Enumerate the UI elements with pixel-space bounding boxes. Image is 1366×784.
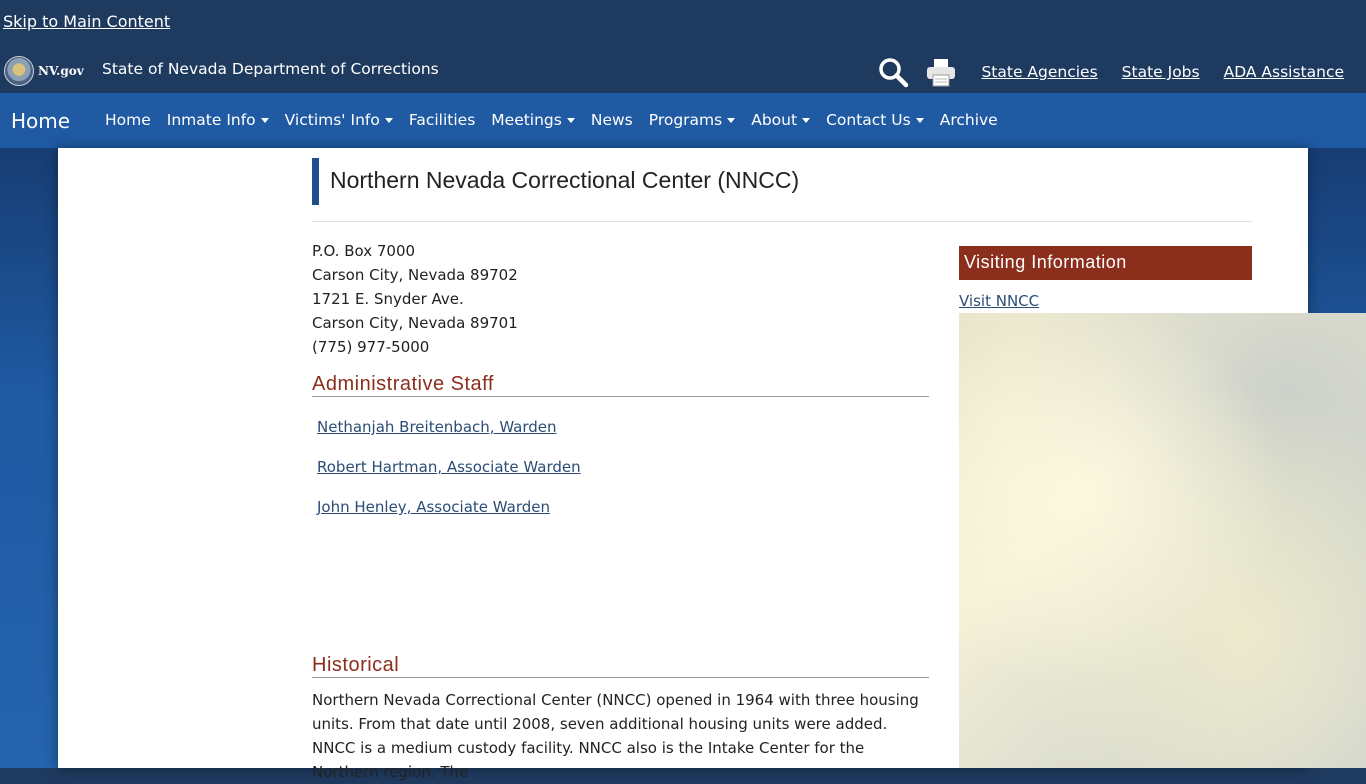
nav-item-victims-info[interactable]: Victims' Info xyxy=(277,111,401,129)
page-title-block: Northern Nevada Correctional Center (NNC… xyxy=(312,158,1252,222)
nav-item-programs[interactable]: Programs xyxy=(641,111,743,129)
nav-item-label: Meetings xyxy=(491,111,562,129)
ada-assistance-link[interactable]: ADA Assistance xyxy=(1224,63,1344,81)
visiting-information-heading: Visiting Information xyxy=(959,246,1252,280)
facility-address: P.O. Box 7000 Carson City, Nevada 89702 … xyxy=(312,239,518,359)
nav-item-home[interactable]: Home xyxy=(97,111,159,129)
title-accent-bar xyxy=(312,158,319,205)
state-agencies-link[interactable]: State Agencies xyxy=(981,63,1097,81)
visit-nncc-link[interactable]: Visit NNCC xyxy=(959,292,1039,310)
main-nav: Home Home Inmate Info Victims' Info Faci… xyxy=(0,93,1366,148)
caret-down-icon xyxy=(566,118,575,123)
agency-name[interactable]: State of Nevada Department of Correction… xyxy=(102,60,439,78)
nav-item-label: Inmate Info xyxy=(166,111,256,129)
nav-item-news[interactable]: News xyxy=(583,111,641,129)
nav-menu: Home Inmate Info Victims' Info Facilitie… xyxy=(97,111,1006,129)
caret-down-icon xyxy=(727,118,736,123)
staff-link-associate-warden[interactable]: Robert Hartman, Associate Warden xyxy=(317,458,581,476)
caret-down-icon xyxy=(915,118,924,123)
nav-item-label: Facilities xyxy=(408,111,476,129)
nav-item-label: Contact Us xyxy=(826,111,911,129)
nav-item-label: About xyxy=(751,111,798,129)
nav-item-meetings[interactable]: Meetings xyxy=(483,111,583,129)
nav-brand-home[interactable]: Home xyxy=(11,109,70,133)
staff-link-associate-warden[interactable]: John Henley, Associate Warden xyxy=(317,498,550,516)
address-line: Carson City, Nevada 89702 xyxy=(312,266,518,284)
nav-item-inmate-info[interactable]: Inmate Info xyxy=(159,111,277,129)
address-line: Carson City, Nevada 89701 xyxy=(312,314,518,332)
address-line: P.O. Box 7000 xyxy=(312,242,416,260)
facility-photo xyxy=(959,313,1366,768)
nav-item-label: News xyxy=(590,111,633,129)
nav-item-facilities[interactable]: Facilities xyxy=(401,111,483,129)
nevada-seal-icon xyxy=(4,56,34,86)
utility-links: State Agencies State Jobs ADA Assistance xyxy=(877,56,1344,88)
nav-item-label: Home xyxy=(105,111,151,129)
caret-down-icon xyxy=(802,118,811,123)
search-icon[interactable] xyxy=(877,56,909,88)
administrative-staff-heading: Administrative Staff xyxy=(312,373,929,397)
nav-item-contact-us[interactable]: Contact Us xyxy=(818,111,932,129)
caret-down-icon xyxy=(260,118,269,123)
skip-to-main-link[interactable]: Skip to Main Content xyxy=(3,12,170,31)
historical-text: Northern Nevada Correctional Center (NNC… xyxy=(312,691,919,781)
staff-link-warden[interactable]: Nethanjah Breitenbach, Warden xyxy=(317,418,557,436)
nav-item-label: Programs xyxy=(648,111,723,129)
nvgov-logo[interactable]: NV.gov xyxy=(4,56,84,86)
printer-icon[interactable] xyxy=(925,56,957,88)
caret-down-icon xyxy=(384,118,393,123)
nvgov-text: NV.gov xyxy=(38,64,84,78)
historical-heading: Historical xyxy=(312,654,929,678)
nav-item-archive[interactable]: Archive xyxy=(932,111,1006,129)
nav-item-label: Archive xyxy=(939,111,998,129)
top-header: Skip to Main Content NV.gov State of Nev… xyxy=(0,0,1366,93)
state-jobs-link[interactable]: State Jobs xyxy=(1122,63,1200,81)
address-line: 1721 E. Snyder Ave. xyxy=(312,290,464,308)
nav-item-label: Victims' Info xyxy=(284,111,380,129)
phone-number: (775) 977-5000 xyxy=(312,338,430,356)
page-title: Northern Nevada Correctional Center (NNC… xyxy=(330,167,800,193)
nav-item-about[interactable]: About xyxy=(743,111,818,129)
